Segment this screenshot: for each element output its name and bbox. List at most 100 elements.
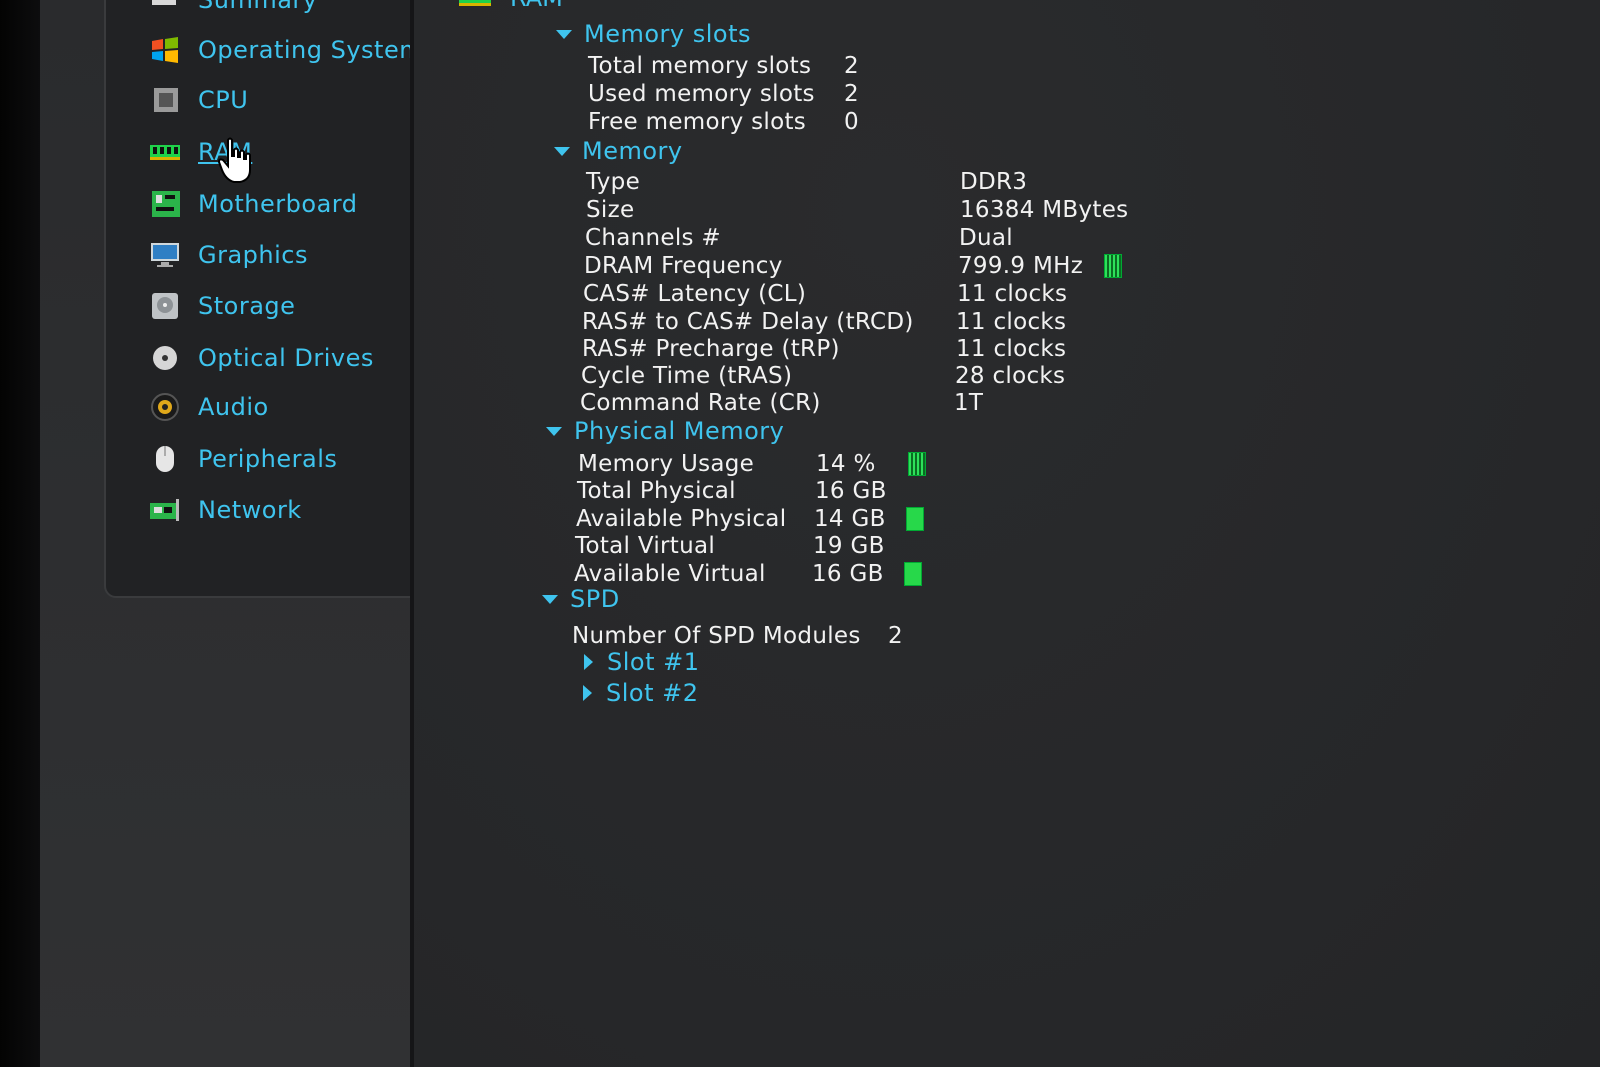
available-virtual-indicator xyxy=(904,562,922,586)
row-label: DRAM Frequency xyxy=(584,253,783,279)
row-label: RAS# to CAS# Delay (tRCD) xyxy=(582,309,914,335)
expand-down-icon xyxy=(542,594,558,604)
sidebar-item-label: Summary xyxy=(198,0,318,14)
row-label: Available Virtual xyxy=(574,561,766,587)
row-value: 0 xyxy=(844,109,859,135)
sidebar-item-cpu[interactable]: CPU xyxy=(148,80,248,120)
row-value: 11 clocks xyxy=(956,309,1067,335)
usage-indicator xyxy=(908,452,926,476)
sidebar-item-label: Peripherals xyxy=(198,445,338,473)
tree-item-label: Slot #2 xyxy=(606,679,699,707)
row-label: RAS# Precharge (tRP) xyxy=(582,336,840,362)
tree-item-label: Slot #1 xyxy=(607,648,700,676)
table-row: Number Of SPD Modules 2 xyxy=(572,622,903,650)
row-value: 14 GB xyxy=(814,506,886,532)
sidebar-nav: Summary Operating System CPU RAM Motherb xyxy=(104,0,434,598)
row-value: 19 GB xyxy=(813,533,885,559)
sidebar-item-label: Network xyxy=(198,496,302,524)
section-physical-memory[interactable]: Physical Memory xyxy=(546,417,784,445)
row-label: Size xyxy=(586,197,635,223)
row-label: Type xyxy=(586,169,641,195)
expand-down-icon xyxy=(546,426,562,436)
table-row: Free memory slots 0 xyxy=(588,108,859,136)
sidebar-item-peripherals[interactable]: Peripherals xyxy=(148,439,337,479)
cpu-chip-icon xyxy=(148,85,182,115)
network-card-icon xyxy=(148,495,182,525)
sidebar-item-label: Motherboard xyxy=(198,190,358,218)
row-label: Total Physical xyxy=(577,478,736,504)
row-value: Dual xyxy=(959,225,1013,251)
sidebar-item-audio[interactable]: Audio xyxy=(148,387,269,427)
frequency-indicator xyxy=(1104,254,1122,278)
sidebar-item-graphics[interactable]: Graphics xyxy=(148,235,308,275)
row-label: Number Of SPD Modules xyxy=(572,623,861,649)
expand-right-icon xyxy=(583,685,592,701)
row-value: 28 clocks xyxy=(955,363,1066,389)
table-row: RAS# Precharge (tRP) 11 clocks xyxy=(582,335,1066,363)
table-row: Total Physical 16 GB xyxy=(577,477,886,505)
sidebar-item-label: Audio xyxy=(198,393,269,421)
section-title: Physical Memory xyxy=(574,417,785,445)
windows-logo-icon xyxy=(148,35,182,65)
table-row: Total memory slots 2 xyxy=(588,52,859,80)
row-label: Available Physical xyxy=(576,506,787,532)
available-physical-indicator xyxy=(906,507,924,531)
table-row: Cycle Time (tRAS) 28 clocks xyxy=(581,362,1065,390)
sidebar-item-motherboard[interactable]: Motherboard xyxy=(148,184,357,224)
sidebar-item-label: Graphics xyxy=(198,241,308,269)
expand-right-icon xyxy=(584,654,593,670)
sidebar-item-optical-drives[interactable]: Optical Drives xyxy=(148,338,374,378)
row-label: Used memory slots xyxy=(588,81,815,107)
table-row: Available Physical 14 GB xyxy=(576,505,924,533)
sidebar-item-storage[interactable]: Storage xyxy=(148,286,295,326)
tree-item-slot-2[interactable]: Slot #2 xyxy=(583,679,699,707)
table-row: Total Virtual 19 GB xyxy=(575,532,884,560)
expand-down-icon xyxy=(554,146,570,156)
screen-bezel xyxy=(0,0,40,1067)
table-row: Type DDR3 xyxy=(586,168,1027,196)
table-row: Available Virtual 16 GB xyxy=(574,560,922,588)
ram-module-icon xyxy=(459,0,491,6)
section-title: Memory xyxy=(582,137,683,165)
expand-down-icon xyxy=(556,29,572,39)
row-value: 14 % xyxy=(816,451,876,477)
table-row: Channels # Dual xyxy=(585,224,1013,252)
sidebar-item-network[interactable]: Network xyxy=(148,490,302,530)
section-title: SPD xyxy=(570,585,620,613)
row-value: 16 GB xyxy=(815,478,887,504)
sidebar-item-operating-system[interactable]: Operating System xyxy=(148,30,423,70)
motherboard-icon xyxy=(148,189,182,219)
table-row: Size 16384 MBytes xyxy=(586,196,1128,224)
sidebar-item-summary[interactable]: Summary xyxy=(148,0,317,20)
row-value: 11 clocks xyxy=(956,336,1067,362)
monitor-icon xyxy=(148,240,182,270)
row-label: Free memory slots xyxy=(588,109,807,135)
row-value: 2 xyxy=(888,623,903,649)
sidebar: Summary Operating System CPU RAM Motherb xyxy=(40,0,434,1067)
sidebar-item-label: CPU xyxy=(198,86,249,114)
section-memory-slots[interactable]: Memory slots xyxy=(556,20,751,48)
section-memory[interactable]: Memory xyxy=(554,137,683,165)
table-row: CAS# Latency (CL) 11 clocks xyxy=(583,280,1067,308)
page-title: RAM xyxy=(510,0,563,12)
section-spd[interactable]: SPD xyxy=(542,585,620,613)
sidebar-item-label: Optical Drives xyxy=(198,344,374,372)
row-label: Memory Usage xyxy=(578,451,755,477)
row-label: Channels # xyxy=(585,225,721,251)
hand-cursor-icon xyxy=(217,137,251,183)
summary-icon xyxy=(148,0,182,15)
row-value: 2 xyxy=(844,81,859,107)
mouse-icon xyxy=(148,444,182,474)
table-row: Command Rate (CR) 1T xyxy=(580,389,983,417)
row-label: CAS# Latency (CL) xyxy=(583,281,807,307)
tree-item-slot-1[interactable]: Slot #1 xyxy=(584,648,700,676)
hard-drive-icon xyxy=(148,291,182,321)
optical-disc-icon xyxy=(148,343,182,373)
table-row: DRAM Frequency 799.9 MHz xyxy=(584,252,1122,280)
row-label: Total memory slots xyxy=(588,53,812,79)
row-value: 799.9 MHz xyxy=(958,253,1084,279)
page-header: RAM xyxy=(458,0,563,12)
table-row: Used memory slots 2 xyxy=(588,80,859,108)
row-label: Command Rate (CR) xyxy=(580,390,821,416)
sidebar-item-label: Storage xyxy=(198,292,296,320)
